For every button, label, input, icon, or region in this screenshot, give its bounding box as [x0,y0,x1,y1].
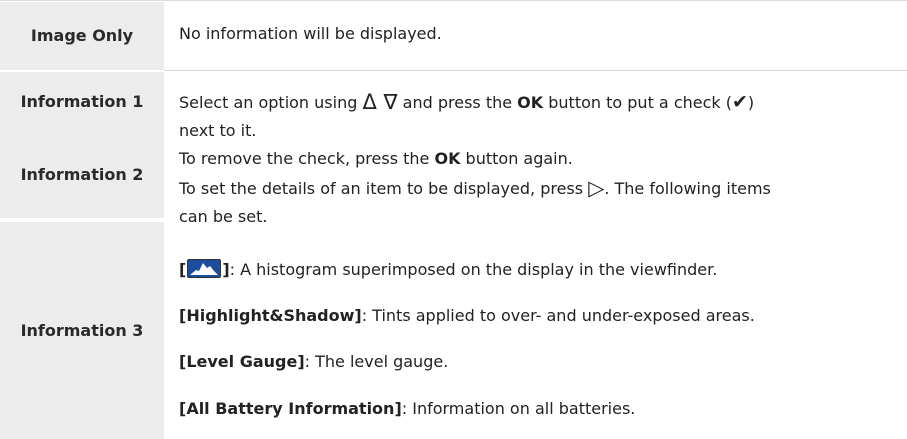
row-label-image-only: Image Only [0,2,164,70]
item-description: : Tints applied to over- and under-expos… [361,306,755,325]
right-arrow-icon: ▷ [588,176,605,200]
text-segment: button again. [460,149,573,168]
row-divider [0,220,164,222]
bracket-open: [ [179,260,187,279]
text-segment: To set the details of an item to be disp… [179,179,589,198]
row-label-text: Information 1 [20,92,144,111]
details-instruction-line2: can be set. [179,207,268,226]
label-column: Image Only Information 1 Information 2 I… [0,0,164,439]
item-description: : The level gauge. [304,352,449,371]
select-instruction: Select an option using Δ ∇ and press the… [179,87,894,117]
item-highlight-shadow: [Highlight&Shadow]: Tints applied to ove… [179,306,755,325]
row-label-text: Image Only [30,26,134,45]
remove-instruction: To remove the check, press the OK button… [179,145,894,173]
text-segment: Select an option using [179,93,363,112]
item-description: : A histogram superimposed on the displa… [229,260,718,279]
ok-button-label: OK [517,93,544,112]
item-name: [Level Gauge] [179,352,305,371]
item-histogram: []: A histogram superimposed on the disp… [179,259,717,279]
row-divider [0,70,164,72]
row-label-information-3: Information 3 [0,222,164,439]
text-segment: . The following items [604,179,771,198]
up-down-arrows-icon: Δ ∇ [362,90,398,114]
item-level-gauge: [Level Gauge]: The level gauge. [179,352,448,371]
text-segment: and press the [397,93,518,112]
row-label-text: Information 3 [20,320,144,340]
item-description: : Information on all batteries. [401,399,636,418]
details-instruction: To set the details of an item to be disp… [179,173,894,203]
text-segment: button to put a check ( [543,93,732,112]
bracket-close: ] [222,260,230,279]
histogram-icon [187,259,222,278]
item-name: [Highlight&Shadow] [179,306,362,325]
text-segment: ) [747,93,755,112]
text-segment: To remove the check, press the [179,149,435,168]
ok-button-label: OK [434,149,461,168]
row-label-information-2: Information 2 [0,132,164,218]
row-label-information-1: Information 1 [0,72,164,132]
image-only-description: No information will be displayed. [179,24,442,43]
display-options-table: Image Only Information 1 Information 2 I… [0,0,907,439]
checkmark-icon: ✔ [731,91,748,113]
row-divider-line [164,70,907,71]
row-label-text: Information 2 [20,165,144,184]
item-name: [All Battery Information] [179,399,402,418]
item-all-battery-information: [All Battery Information]: Information o… [179,399,635,418]
select-instruction-line2: next to it. [179,121,257,140]
